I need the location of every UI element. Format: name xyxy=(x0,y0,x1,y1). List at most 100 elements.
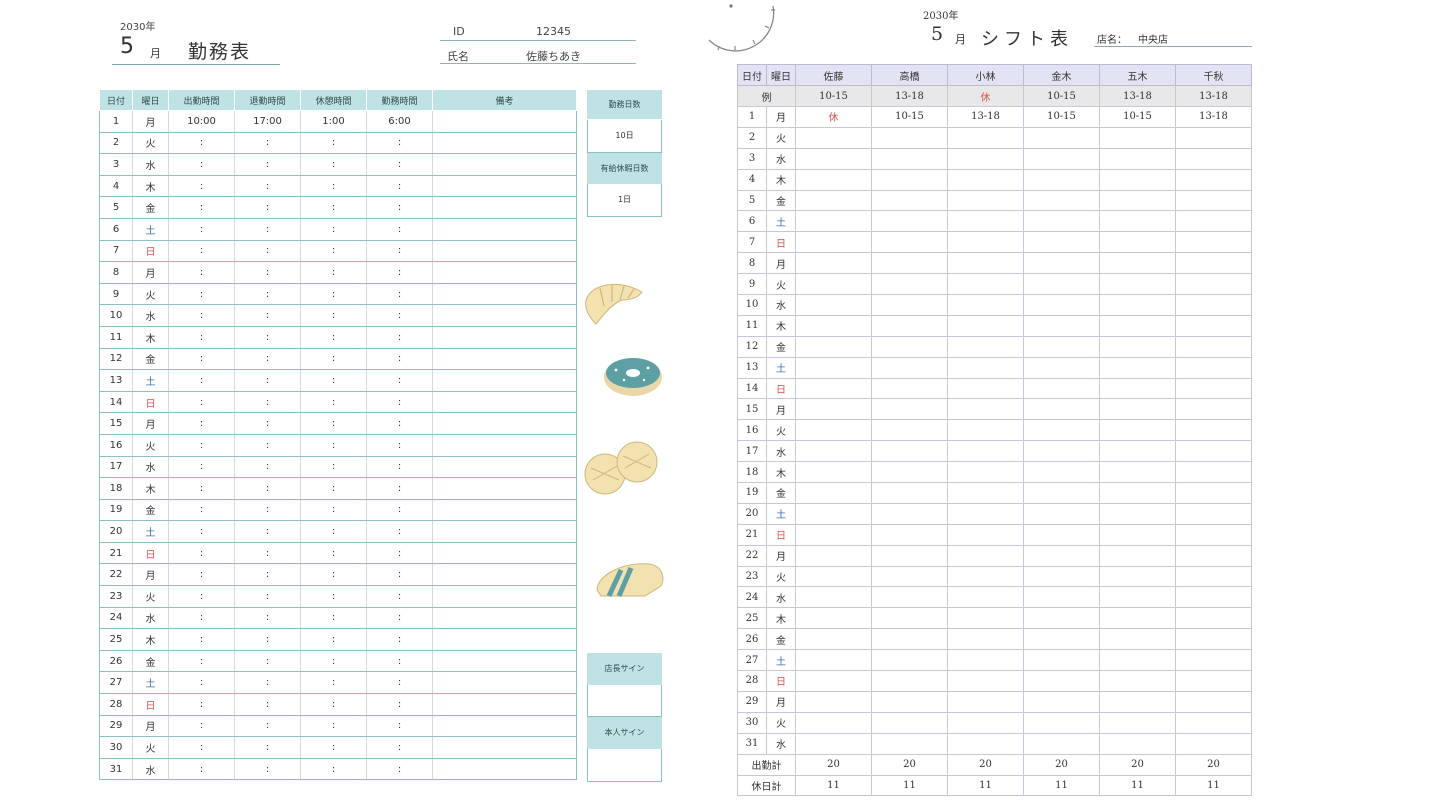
shift-cell[interactable] xyxy=(1175,294,1252,316)
shift-cell[interactable] xyxy=(1175,670,1252,692)
shift-cell[interactable] xyxy=(1023,586,1100,609)
shift-cell[interactable] xyxy=(947,147,1024,170)
break-time-cell[interactable]: : xyxy=(300,240,367,263)
break-time-cell[interactable]: : xyxy=(300,456,367,479)
shift-cell[interactable]: 10-15 xyxy=(1023,106,1100,128)
break-time-cell[interactable]: : xyxy=(300,607,367,630)
break-time-cell[interactable]: : xyxy=(300,499,367,522)
shift-cell[interactable]: 10-15 xyxy=(871,106,948,128)
shift-cell[interactable] xyxy=(1023,147,1100,170)
end-time-cell[interactable]: : xyxy=(234,650,301,673)
shift-cell[interactable] xyxy=(947,461,1024,484)
start-time-cell[interactable]: : xyxy=(168,456,235,479)
shift-cell[interactable] xyxy=(795,419,872,442)
shift-cell[interactable] xyxy=(947,523,1024,546)
shift-cell[interactable] xyxy=(1175,628,1252,651)
shift-cell[interactable] xyxy=(1099,189,1176,212)
end-time-cell[interactable]: : xyxy=(234,175,301,198)
shift-cell[interactable] xyxy=(795,168,872,191)
shift-cell[interactable] xyxy=(795,294,872,316)
shift-cell[interactable] xyxy=(871,314,948,337)
shift-cell[interactable] xyxy=(1023,565,1100,588)
shift-cell[interactable] xyxy=(947,440,1024,463)
shift-cell[interactable] xyxy=(795,273,872,296)
break-time-cell[interactable]: : xyxy=(300,218,367,241)
shift-cell[interactable] xyxy=(1023,419,1100,442)
shift-cell[interactable]: 13-18 xyxy=(947,106,1024,128)
start-time-cell[interactable]: : xyxy=(168,477,235,500)
shift-cell[interactable] xyxy=(947,649,1024,672)
shift-cell[interactable] xyxy=(871,607,948,630)
work-time-cell[interactable]: : xyxy=(366,671,433,695)
notes-cell[interactable] xyxy=(432,240,577,263)
shift-cell[interactable] xyxy=(1175,649,1252,672)
shift-cell[interactable] xyxy=(795,252,872,275)
break-time-cell[interactable]: : xyxy=(300,132,367,155)
break-time-cell[interactable]: : xyxy=(300,175,367,198)
shift-cell[interactable] xyxy=(871,294,948,316)
break-time-cell[interactable]: : xyxy=(300,671,367,695)
shift-cell[interactable] xyxy=(1175,544,1252,567)
shift-cell[interactable] xyxy=(795,398,872,421)
shift-cell[interactable] xyxy=(1023,732,1100,755)
notes-cell[interactable] xyxy=(432,412,577,435)
notes-cell[interactable] xyxy=(432,758,577,781)
start-time-cell[interactable]: 10:00 xyxy=(168,110,235,133)
end-time-cell[interactable]: : xyxy=(234,520,301,543)
notes-cell[interactable] xyxy=(432,304,577,327)
break-time-cell[interactable]: : xyxy=(300,693,367,716)
shift-cell[interactable] xyxy=(947,210,1024,233)
shift-cell[interactable] xyxy=(1175,335,1252,358)
shift-cell[interactable] xyxy=(1175,565,1252,588)
start-time-cell[interactable]: : xyxy=(168,542,235,565)
shift-cell[interactable] xyxy=(1099,398,1176,421)
shift-cell[interactable] xyxy=(1023,168,1100,191)
end-time-cell[interactable]: : xyxy=(234,607,301,630)
shift-cell[interactable] xyxy=(947,732,1024,755)
shift-cell[interactable] xyxy=(947,586,1024,609)
shift-cell[interactable] xyxy=(947,126,1024,149)
shift-cell[interactable] xyxy=(1099,690,1176,713)
end-time-cell[interactable]: : xyxy=(234,542,301,565)
start-time-cell[interactable]: : xyxy=(168,196,235,219)
work-time-cell[interactable]: : xyxy=(366,628,433,651)
end-time-cell[interactable]: : xyxy=(234,499,301,522)
shift-cell[interactable] xyxy=(1099,377,1176,400)
end-time-cell[interactable]: : xyxy=(234,326,301,349)
start-time-cell[interactable]: : xyxy=(168,715,235,738)
end-time-cell[interactable]: : xyxy=(234,736,301,759)
notes-cell[interactable] xyxy=(432,715,577,738)
shift-cell[interactable] xyxy=(947,711,1024,734)
end-time-cell[interactable]: : xyxy=(234,412,301,435)
shift-cell[interactable] xyxy=(947,168,1024,191)
shift-cell[interactable] xyxy=(947,398,1024,421)
work-time-cell[interactable]: : xyxy=(366,153,433,176)
shift-cell[interactable] xyxy=(1099,670,1176,692)
notes-cell[interactable] xyxy=(432,261,577,284)
break-time-cell[interactable]: : xyxy=(300,348,367,371)
shift-cell[interactable] xyxy=(871,544,948,567)
shift-cell[interactable] xyxy=(947,252,1024,275)
shift-cell[interactable] xyxy=(795,377,872,400)
shift-cell[interactable] xyxy=(1175,586,1252,609)
shift-cell[interactable] xyxy=(795,147,872,170)
shift-cell[interactable] xyxy=(1099,711,1176,734)
shift-cell[interactable] xyxy=(871,398,948,421)
shift-cell[interactable] xyxy=(1023,314,1100,337)
shift-cell[interactable] xyxy=(795,565,872,588)
shift-cell[interactable] xyxy=(871,482,948,504)
notes-cell[interactable] xyxy=(432,283,577,306)
shift-cell[interactable] xyxy=(871,189,948,212)
work-time-cell[interactable]: : xyxy=(366,391,433,414)
shift-cell[interactable] xyxy=(947,294,1024,316)
shift-cell[interactable] xyxy=(871,523,948,546)
shift-cell[interactable] xyxy=(871,565,948,588)
shift-cell[interactable] xyxy=(1175,252,1252,275)
shift-cell[interactable] xyxy=(1099,147,1176,170)
start-time-cell[interactable]: : xyxy=(168,693,235,716)
end-time-cell[interactable]: : xyxy=(234,758,301,781)
shift-cell[interactable] xyxy=(871,147,948,170)
shift-cell[interactable] xyxy=(795,461,872,484)
end-time-cell[interactable]: : xyxy=(234,132,301,155)
shift-cell[interactable] xyxy=(947,670,1024,692)
